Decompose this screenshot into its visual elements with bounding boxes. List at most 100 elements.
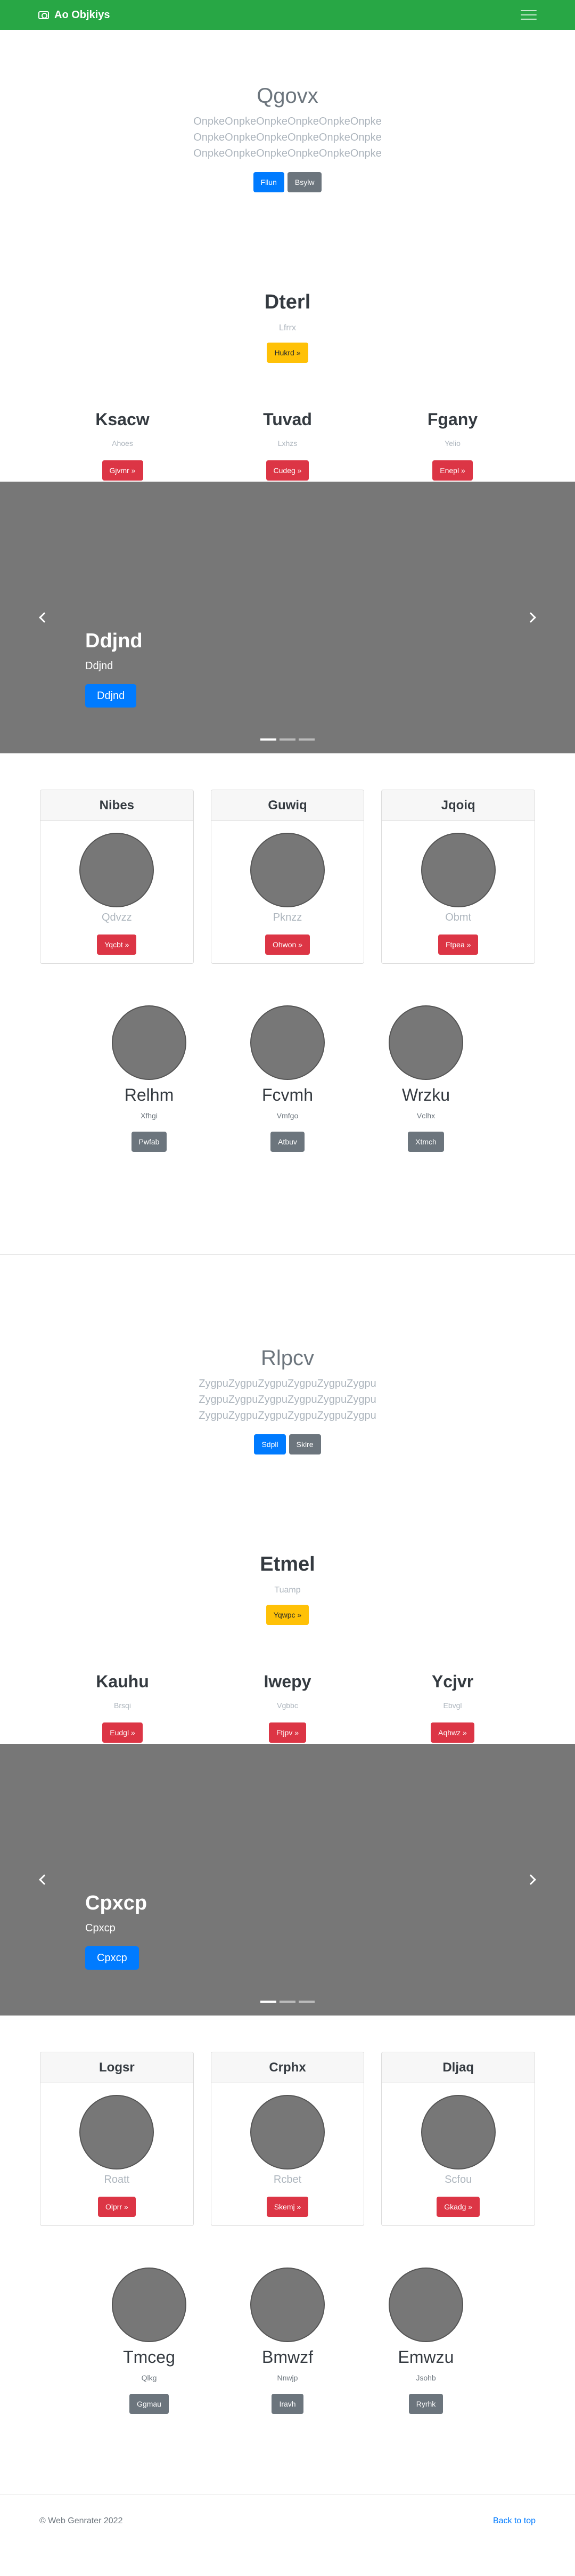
column-title: Ksacw: [95, 410, 150, 429]
column-title: Tuvad: [263, 410, 312, 429]
column-button[interactable]: Enepl »: [432, 460, 473, 481]
feature-button[interactable]: Hukrd »: [267, 343, 308, 363]
carousel-prev-icon[interactable]: [36, 1873, 49, 1886]
card-image: [79, 833, 154, 907]
team-row: Tmceg Qlkg Ggmau Bmwzf Nnwjp Iravh Emwzu…: [0, 2268, 575, 2414]
jumbotron-text-line: OnpkeOnpkeOnpkeOnpkeOnpkeOnpke: [193, 116, 382, 127]
card-header: Guwiq: [211, 790, 364, 821]
feature-title: Etmel: [260, 1553, 315, 1575]
column-button[interactable]: Eudgl »: [102, 1722, 143, 1743]
member-subtitle: Vmfgo: [276, 1111, 299, 1120]
member-button[interactable]: Ggmau: [129, 2394, 169, 2414]
jumbotron-title: Qgovx: [257, 84, 318, 108]
team-member: Fcvmh Vmfgo Atbuv: [218, 1005, 357, 1152]
card-text: Obmt: [445, 912, 472, 923]
carousel-indicator[interactable]: [260, 738, 276, 741]
feature-block: Etmel Tuamp Yqwpc »: [0, 1553, 575, 1625]
carousel-indicator[interactable]: [280, 2001, 295, 2003]
carousel-indicator[interactable]: [299, 738, 315, 741]
card-button[interactable]: Ohwon »: [265, 934, 310, 955]
card-image: [250, 2095, 325, 2169]
jumbotron-primary-button[interactable]: Fllun: [253, 172, 284, 192]
card-button[interactable]: Gkadg »: [437, 2197, 480, 2217]
column: Ksacw Ahoes Gjvmr »: [40, 410, 205, 481]
section-1: Qgovx OnpkeOnpkeOnpkeOnpkeOnpkeOnpke Onp…: [0, 30, 575, 1152]
hamburger-menu-icon[interactable]: [521, 9, 537, 21]
card-header: Dljaq: [382, 2052, 535, 2083]
back-to-top-link[interactable]: Back to top: [493, 2516, 536, 2526]
member-button[interactable]: Ryrhk: [408, 2394, 443, 2414]
jumbotron-text-line: ZygpuZygpuZygpuZygpuZygpuZygpu: [199, 1410, 376, 1421]
column-button[interactable]: Ftjpv »: [268, 1722, 306, 1743]
card-button[interactable]: Ftpea »: [438, 934, 479, 955]
card-header: Jqoiq: [382, 790, 535, 821]
member-subtitle: Xfhgi: [141, 1111, 158, 1120]
jumbotron-text-line: ZygpuZygpuZygpuZygpuZygpuZygpu: [199, 1378, 376, 1389]
avatar: [112, 1005, 186, 1080]
footer: © Web Genrater 2022 Back to top: [0, 2494, 575, 2548]
avatar: [250, 1005, 325, 1080]
card-button[interactable]: Skemj »: [266, 2197, 309, 2217]
jumbotron-secondary-button[interactable]: Bsylw: [287, 172, 322, 192]
carousel-indicator[interactable]: [280, 738, 295, 741]
jumbotron-secondary-button[interactable]: Sklre: [289, 1434, 321, 1454]
column: Fgany Yelio Enepl »: [370, 410, 535, 481]
column-title: Iwepy: [264, 1672, 311, 1691]
carousel-button[interactable]: Cpxcp: [85, 1946, 139, 1970]
column-subtitle: Yelio: [445, 439, 461, 448]
three-columns: Ksacw Ahoes Gjvmr » Tuvad Lxhzs Cudeg » …: [0, 410, 575, 481]
feature-subtitle: Lfrrx: [279, 323, 296, 332]
column-subtitle: Lxhzs: [277, 439, 298, 448]
carousel-next-icon[interactable]: [526, 611, 539, 624]
card-button[interactable]: Yqcbt »: [97, 934, 137, 955]
feature-button[interactable]: Yqwpc »: [266, 1605, 309, 1625]
carousel-indicator[interactable]: [299, 2001, 315, 2003]
carousel-caption: Ddjnd Ddjnd Ddjnd: [85, 630, 143, 708]
card-button[interactable]: Olprr »: [97, 2197, 136, 2217]
camera-icon: [38, 11, 49, 19]
carousel-next-icon[interactable]: [526, 1873, 539, 1886]
avatar: [250, 2268, 325, 2342]
card-text: Scfou: [445, 2174, 472, 2185]
column: Kauhu Brsqi Eudgl »: [40, 1672, 205, 1743]
member-subtitle: Qlkg: [141, 2374, 157, 2382]
carousel-button[interactable]: Ddjnd: [85, 684, 137, 708]
team-member: Emwzu Jsohb Ryrhk: [357, 2268, 495, 2414]
jumbotron-primary-button[interactable]: Sdpll: [254, 1434, 286, 1454]
carousel-caption: Cpxcp Cpxcp Cpxcp: [85, 1892, 147, 1970]
jumbotron-text-line: ZygpuZygpuZygpuZygpuZygpuZygpu: [199, 1394, 376, 1405]
carousel-prev-icon[interactable]: [36, 611, 49, 624]
card: Jqoiq Obmt Ftpea »: [381, 790, 536, 964]
carousel-subtitle: Cpxcp: [85, 1922, 116, 1934]
member-button[interactable]: Xtmch: [408, 1132, 444, 1152]
member-button[interactable]: Iravh: [272, 2394, 303, 2414]
card-header: Crphx: [211, 2052, 364, 2083]
member-name: Relhm: [124, 1085, 174, 1104]
card-header: Logsr: [40, 2052, 193, 2083]
brand[interactable]: Ao Objkiys: [38, 9, 110, 21]
jumbotron-text-line: OnpkeOnpkeOnpkeOnpkeOnpkeOnpke: [193, 132, 382, 143]
column-button[interactable]: Cudeg »: [266, 460, 309, 481]
carousel-indicator[interactable]: [260, 2001, 276, 2003]
card-text: Roatt: [104, 2174, 130, 2185]
card-image: [421, 833, 496, 907]
column-button[interactable]: Aqhwz »: [431, 1722, 474, 1743]
card-deck: Logsr Roatt Olprr » Crphx Rcbet Skemj » …: [0, 2052, 575, 2226]
column-button[interactable]: Gjvmr »: [102, 460, 143, 481]
member-name: Emwzu: [398, 2347, 454, 2367]
column-subtitle: Vgbbc: [277, 1701, 298, 1710]
member-button[interactable]: Pwfab: [131, 1132, 167, 1152]
navbar: Ao Objkiys: [0, 0, 575, 30]
carousel-title: Ddjnd: [85, 630, 143, 652]
avatar: [389, 1005, 463, 1080]
card-header: Nibes: [40, 790, 193, 821]
card: Logsr Roatt Olprr »: [40, 2052, 194, 2226]
column-subtitle: Ebvgl: [443, 1701, 462, 1710]
team-member: Bmwzf Nnwjp Iravh: [218, 2268, 357, 2414]
team-row: Relhm Xfhgi Pwfab Fcvmh Vmfgo Atbuv Wrzk…: [0, 1005, 575, 1152]
card: Guwiq Pknzz Ohwon »: [210, 790, 365, 964]
jumbotron-title: Rlpcv: [260, 1346, 315, 1370]
card: Nibes Qdvzz Yqcbt »: [40, 790, 194, 964]
feature-title: Dterl: [264, 291, 311, 313]
member-button[interactable]: Atbuv: [270, 1132, 305, 1152]
